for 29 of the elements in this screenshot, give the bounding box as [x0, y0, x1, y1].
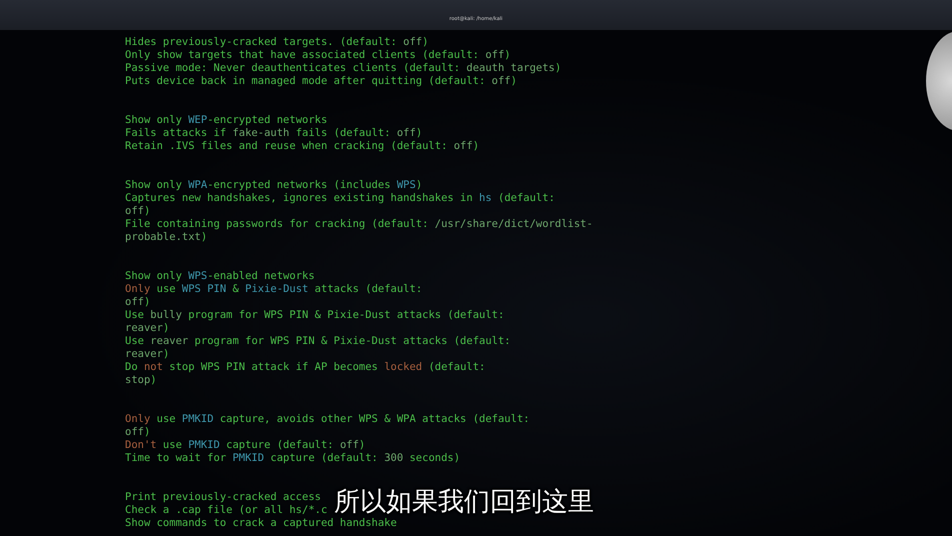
- terminal-line: Puts device back in managed mode after quitting (default: off): [125, 75, 517, 88]
- terminal-line: Retain .IVS files and reuse when cracking (default: off): [125, 140, 480, 153]
- terminal-line: Only show targets that have associated clients (default: off): [125, 49, 511, 62]
- terminal-line: Show commands to crack a captured handshake: [125, 517, 397, 530]
- terminal-line: Show only WPA-encrypted networks (includes WPS): [125, 179, 422, 192]
- terminal-line: File containing passwords for cracking (default: /usr/share/dict/wordlist-: [125, 218, 593, 231]
- terminal-line: Hides previously-cracked targets. (default: off): [125, 36, 428, 49]
- terminal-line: Print previously-cracked access: [125, 491, 321, 504]
- terminal-line: off): [125, 296, 150, 309]
- terminal-line: Time to wait for PMKID capture (default: 300 seconds): [125, 452, 460, 465]
- terminal-line: reaver): [125, 322, 170, 335]
- terminal-line: Show only WEP-encrypted networks: [125, 114, 328, 127]
- terminal-line: stop): [125, 374, 157, 387]
- terminal-line: reaver): [125, 348, 170, 361]
- terminal-line: Do not stop WPS PIN attack if AP becomes locked (default:: [125, 361, 486, 374]
- terminal-line: Use reaver program for WPS PIN & Pixie-Dust attacks (default:: [125, 335, 511, 348]
- terminal-line: probable.txt): [125, 231, 208, 244]
- terminal-line: Fails attacks if fake-auth fails (default: off): [125, 127, 422, 140]
- terminal-line: off): [125, 426, 150, 439]
- terminal-line: off): [125, 205, 150, 218]
- video-subtitle: 所以如果我们回到这里: [334, 489, 594, 516]
- terminal-line: Don't use PMKID capture (default: off): [125, 439, 366, 452]
- terminal-line: Show only WPS-enabled networks: [125, 270, 315, 283]
- terminal-line: Captures new handshakes, ignores existing handshakes in hs (default:: [125, 192, 555, 205]
- terminal-line: Use bully program for WPS PIN & Pixie-Dust attacks (default:: [125, 309, 504, 322]
- terminal-line: Check a .cap file (or all hs/*.c: [125, 504, 328, 517]
- terminal-line: Only use WPS PIN & Pixie-Dust attacks (default:: [125, 283, 422, 296]
- terminal-line: Passive mode: Never deauthenticates clients (default: deauth targets): [125, 62, 562, 75]
- terminal-line: Only use PMKID capture, avoids other WPS & WPA attacks (default:: [125, 413, 530, 426]
